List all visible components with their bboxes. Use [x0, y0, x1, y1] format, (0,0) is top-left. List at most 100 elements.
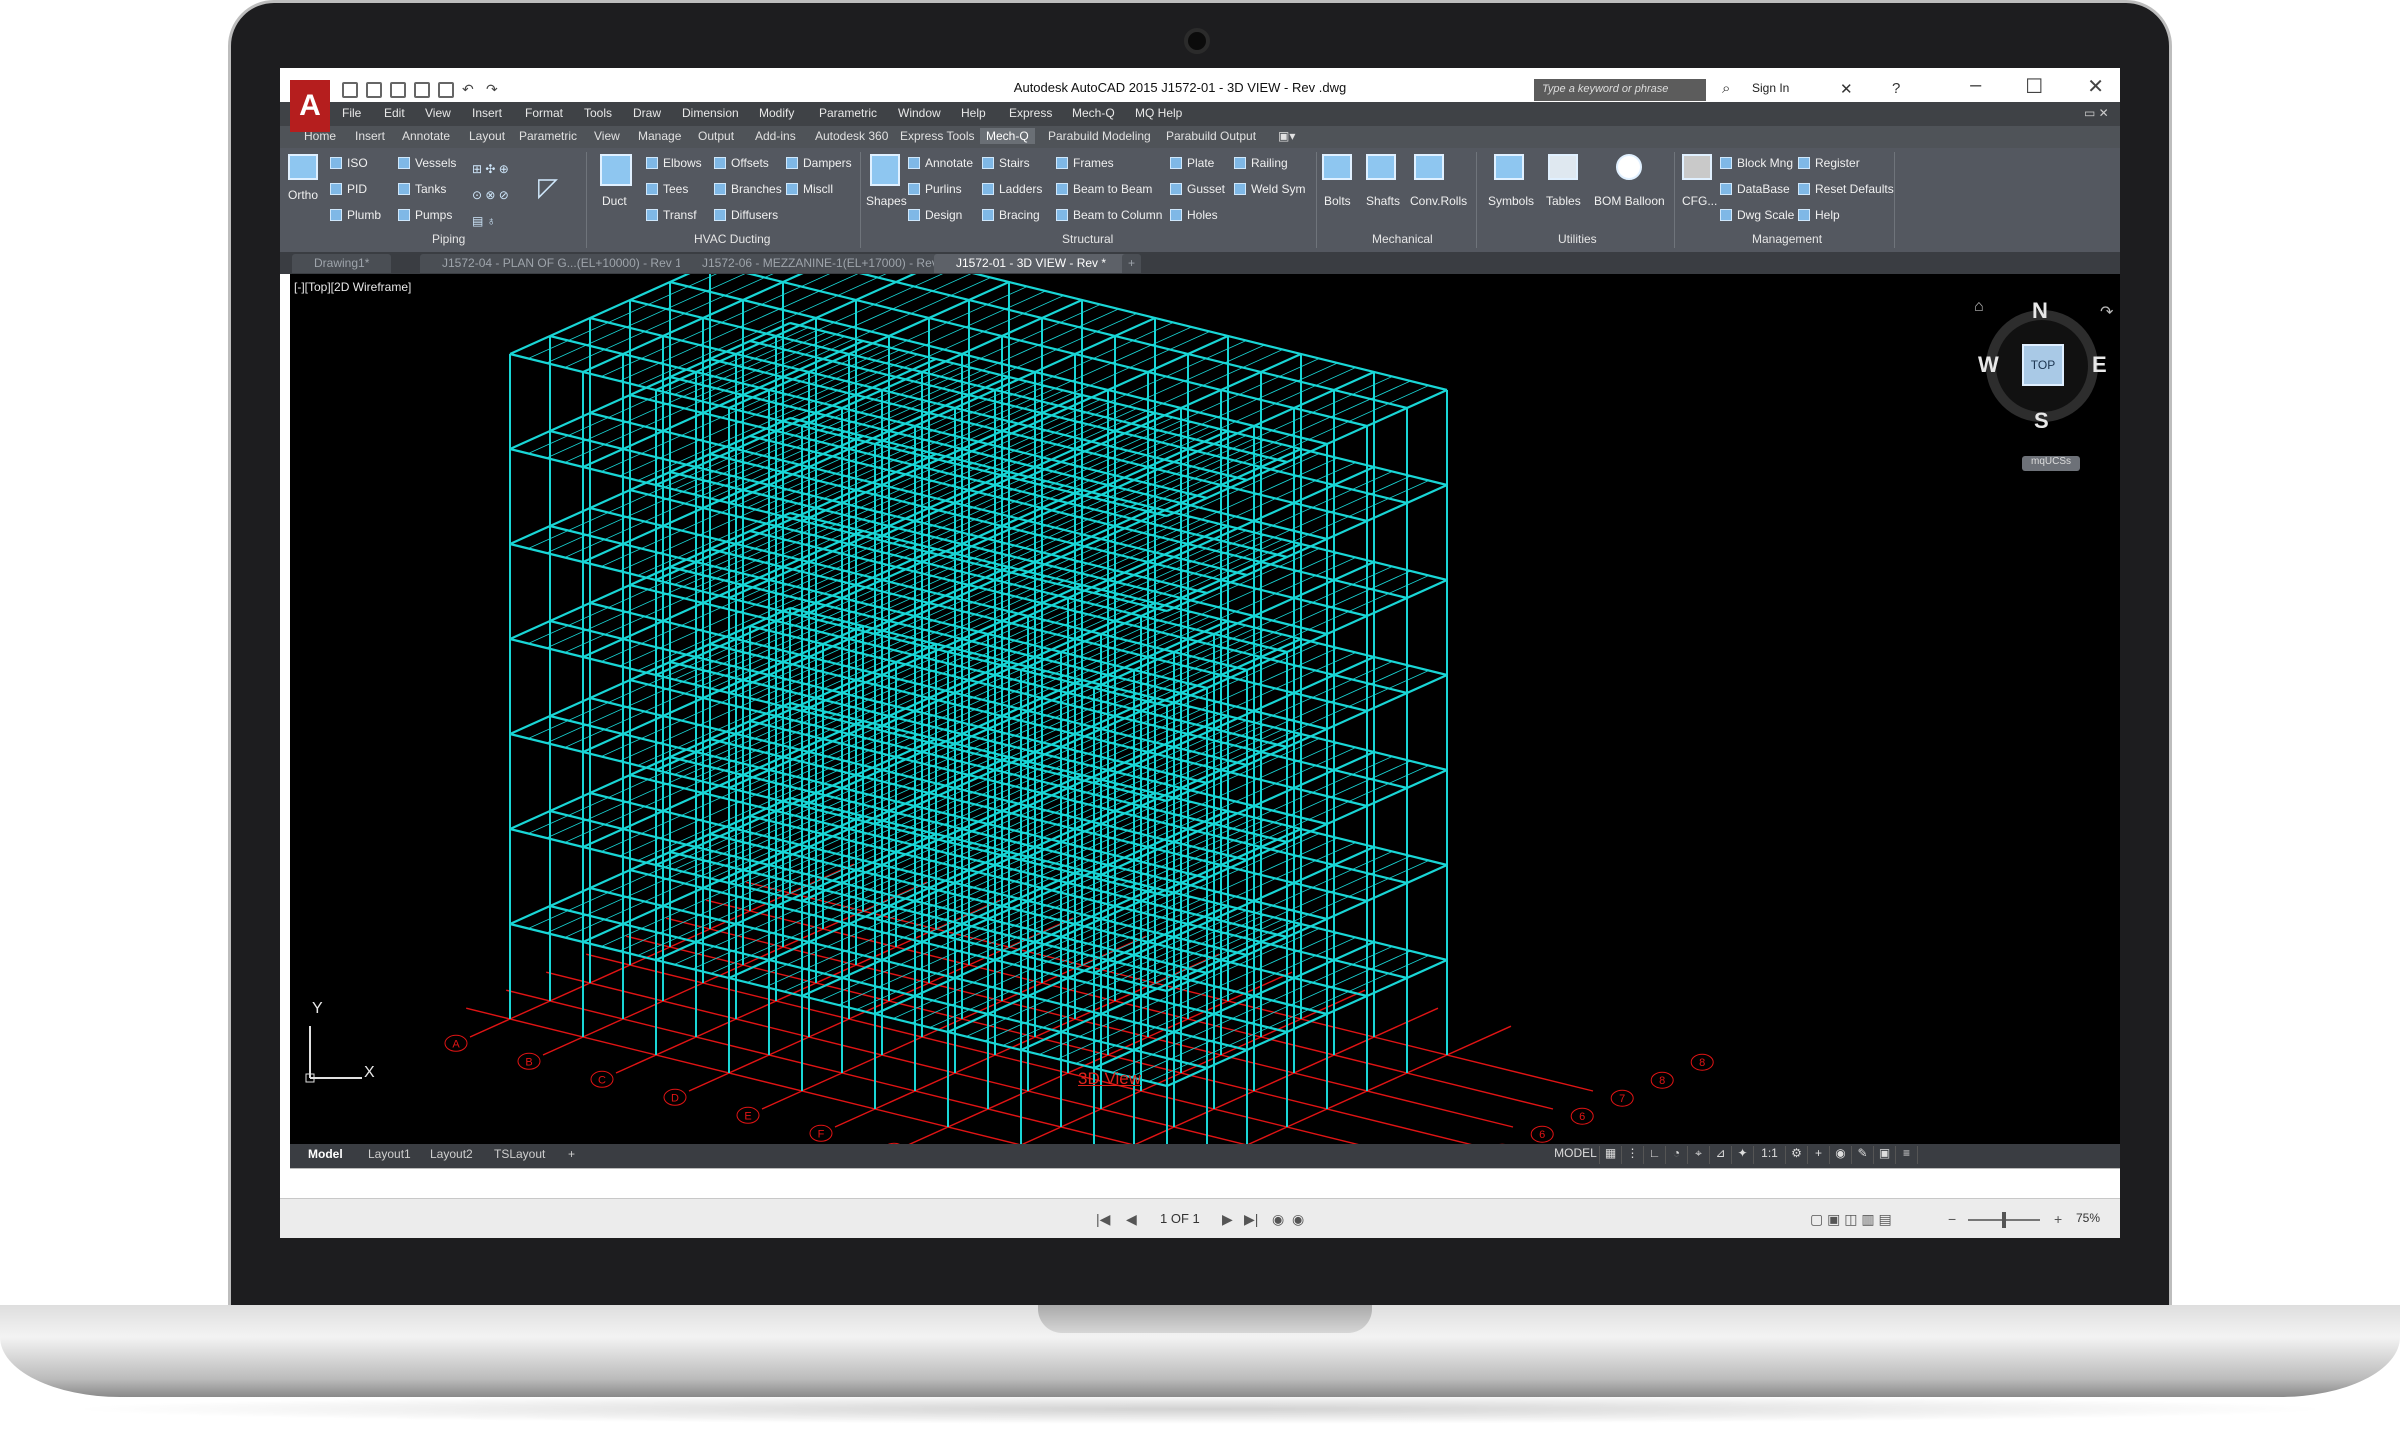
symbols-button[interactable]: Symbols [1488, 194, 1534, 208]
ladders-button[interactable]: Ladders [982, 182, 1042, 196]
zoom-out-icon[interactable]: − [1948, 1211, 1956, 1227]
cfg-icon[interactable] [1682, 154, 1712, 180]
tab-view[interactable]: View [594, 129, 620, 143]
register-button[interactable]: Register [1798, 156, 1860, 170]
design-button[interactable]: Design [908, 208, 962, 222]
menu-edit[interactable]: Edit [384, 106, 405, 120]
tab-insert[interactable]: Insert [355, 129, 385, 143]
compass-west[interactable]: W [1978, 352, 1999, 378]
compass-south[interactable]: S [2034, 408, 2049, 434]
new-tab-button[interactable]: + [1122, 254, 1142, 273]
binoculars-icon[interactable]: ⌕ [1722, 80, 1730, 97]
ortho-button[interactable]: Ortho [288, 188, 318, 202]
menu-window[interactable]: Window [898, 106, 941, 120]
menu-help[interactable]: Help [961, 106, 986, 120]
maximize-icon[interactable]: ☐ [2025, 74, 2043, 99]
doc-tab-plan[interactable]: J1572-04 - PLAN OF G...(EL+10000) - Rev … [420, 254, 709, 273]
application-menu-button[interactable]: A [290, 80, 330, 132]
menu-dimension[interactable]: Dimension [682, 106, 739, 120]
doc-tab-3d-view[interactable]: J1572-01 - 3D VIEW - Rev * [934, 254, 1129, 273]
first-page-icon[interactable]: |◀ [1096, 1211, 1110, 1228]
shafts-button[interactable]: Shafts [1366, 194, 1400, 208]
tab-tslayout[interactable]: TSLayout [494, 1147, 545, 1161]
pumps-button[interactable]: Pumps [398, 208, 452, 222]
save-as-icon[interactable] [414, 82, 430, 98]
menu-tools[interactable]: Tools [584, 106, 612, 120]
annotation-scale[interactable]: 1:1 [1754, 1146, 1786, 1164]
help-button[interactable]: Help [1798, 208, 1840, 222]
shapes-icon[interactable] [870, 154, 900, 186]
gusset-button[interactable]: Gusset [1170, 182, 1225, 196]
tab-mech-q[interactable]: Mech-Q [980, 128, 1035, 144]
snap-icon[interactable]: ⋮ [1622, 1146, 1644, 1164]
branches-button[interactable]: Branches [714, 182, 782, 196]
annotation-icon[interactable]: ✦ [1732, 1146, 1754, 1164]
redo-icon[interactable]: ↷ [486, 82, 502, 98]
viewcube-top-face[interactable]: TOP [2022, 344, 2064, 386]
viewcube[interactable]: ⌂ N S W E TOP ↷ [1974, 298, 2116, 440]
shapes-button[interactable]: Shapes [866, 194, 907, 208]
menu-modify[interactable]: Modify [759, 106, 794, 120]
shafts-icon[interactable] [1366, 154, 1396, 180]
plate-button[interactable]: Plate [1170, 156, 1214, 170]
help-icon[interactable]: ? [1892, 80, 1900, 97]
tab-parametric[interactable]: Parametric [519, 129, 577, 143]
menu-mech-q[interactable]: Mech-Q [1072, 106, 1115, 120]
transf-button[interactable]: Transf [646, 208, 697, 222]
add-layout-button[interactable]: + [568, 1147, 575, 1161]
ortho-mode-icon[interactable]: ∟ [1644, 1146, 1666, 1164]
tab-model[interactable]: Model [308, 1147, 343, 1161]
rotate-arrow-icon[interactable]: ↷ [2100, 302, 2113, 322]
doc-tab-drawing1[interactable]: Drawing1* [292, 254, 392, 273]
last-page-icon[interactable]: ▶| [1244, 1211, 1258, 1228]
tab-parabuild-modeling[interactable]: Parabuild Modeling [1048, 129, 1151, 143]
workspace-gear-icon[interactable]: ⚙ [1786, 1146, 1808, 1164]
open-file-icon[interactable] [366, 82, 382, 98]
stairs-button[interactable]: Stairs [982, 156, 1030, 170]
conv-rolls-button[interactable]: Conv.Rolls [1410, 194, 1467, 208]
holes-button[interactable]: Holes [1170, 208, 1218, 222]
duct-icon[interactable] [600, 154, 632, 186]
elbows-button[interactable]: Elbows [646, 156, 702, 170]
save-icon[interactable] [390, 82, 406, 98]
pid-button[interactable]: PID [330, 182, 367, 196]
view-mode-icons[interactable]: ▢ ▣ ◫ ▥ ▤ [1810, 1211, 1892, 1228]
command-line[interactable] [290, 1168, 2120, 1198]
symbols-icon[interactable] [1494, 154, 1524, 180]
reset-defaults-button[interactable]: Reset Defaults [1798, 182, 1894, 196]
ortho-icon[interactable] [288, 154, 318, 180]
bom-balloon-icon[interactable] [1616, 154, 1642, 180]
beam-to-beam-button[interactable]: Beam to Beam [1056, 182, 1152, 196]
ucs-dropdown[interactable]: mqUCSs [2022, 456, 2080, 471]
undo-icon[interactable]: ↶ [462, 82, 478, 98]
menu-mq-help[interactable]: MQ Help [1135, 106, 1182, 120]
tab-add-ins[interactable]: Add-ins [755, 129, 796, 143]
iso-button[interactable]: ISO [330, 156, 368, 170]
sign-in-link[interactable]: Sign In [1752, 81, 1789, 95]
purlins-button[interactable]: Purlins [908, 182, 962, 196]
tab-output[interactable]: Output [698, 129, 734, 143]
tables-button[interactable]: Tables [1546, 194, 1581, 208]
menu-file[interactable]: File [342, 106, 361, 120]
tab-manage[interactable]: Manage [638, 129, 681, 143]
compass-north[interactable]: N [2032, 298, 2048, 324]
tables-icon[interactable] [1548, 154, 1578, 180]
osnap-icon[interactable]: ⌖ [1688, 1146, 1710, 1164]
conv-rolls-icon[interactable] [1414, 154, 1444, 180]
polar-icon[interactable]: ◔ [1666, 1146, 1688, 1164]
weld-sym-button[interactable]: Weld Sym [1234, 182, 1305, 196]
beam-to-column-button[interactable]: Beam to Column [1056, 208, 1162, 222]
model-space-button[interactable]: MODEL [1552, 1146, 1600, 1164]
menu-view[interactable]: View [425, 106, 451, 120]
bolts-button[interactable]: Bolts [1324, 194, 1351, 208]
customize-menu-icon[interactable]: ≡ [1896, 1146, 1918, 1164]
forward-icon[interactable]: ◉ [1292, 1211, 1304, 1228]
menu-format[interactable]: Format [525, 106, 563, 120]
tab-layout2[interactable]: Layout2 [430, 1147, 473, 1161]
miscll-button[interactable]: Miscll [786, 182, 833, 196]
annotate-button[interactable]: Annotate [908, 156, 973, 170]
isolate-icon[interactable]: ◉ [1830, 1146, 1852, 1164]
search-input[interactable]: Type a keyword or phrase [1534, 79, 1706, 101]
tab-express-tools[interactable]: Express Tools [900, 129, 974, 143]
clean-screen-icon[interactable]: ▣ [1874, 1146, 1896, 1164]
